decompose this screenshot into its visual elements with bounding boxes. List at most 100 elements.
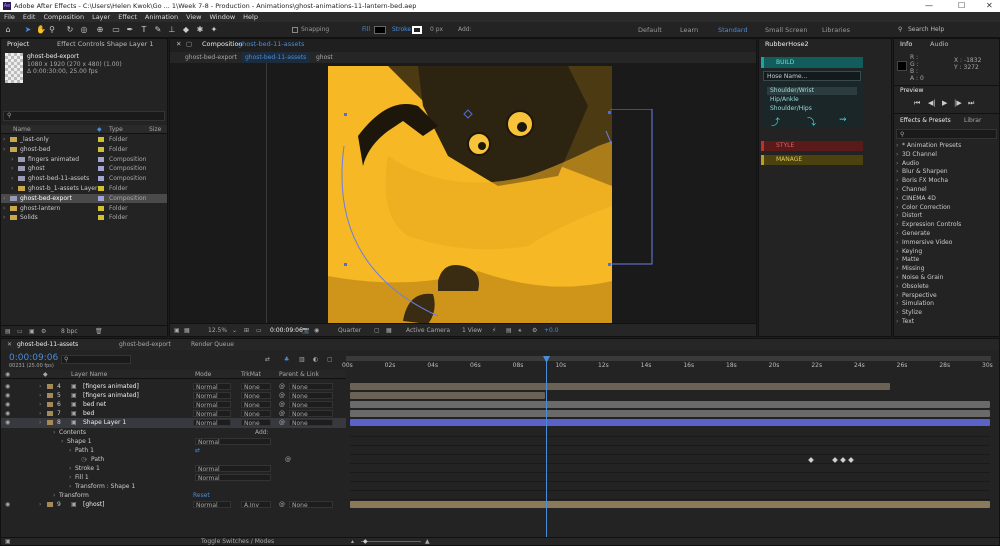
- mode-select[interactable]: Normal: [193, 410, 231, 418]
- rotate-tool-icon[interactable]: ↻: [66, 25, 74, 34]
- delete-icon[interactable]: 🗑: [95, 328, 103, 335]
- reset-exposure-icon[interactable]: ⚙: [532, 327, 537, 334]
- effects-search-input[interactable]: ⚲: [896, 129, 997, 139]
- tab-audio[interactable]: Audio: [930, 39, 948, 50]
- eye-icon[interactable]: ◉: [5, 500, 10, 510]
- layer-duration-bar[interactable]: [350, 410, 990, 418]
- camera-icon[interactable]: 📷: [302, 327, 309, 334]
- parent-select[interactable]: None: [289, 501, 333, 509]
- hand-tool-icon[interactable]: ✋: [36, 25, 46, 34]
- play-icon[interactable]: ▶: [942, 99, 947, 107]
- workspace-libraries[interactable]: Libraries: [822, 26, 850, 34]
- close-icon[interactable]: ✕: [176, 39, 181, 50]
- header-parent[interactable]: Parent & Link: [279, 371, 319, 378]
- trkmat-select[interactable]: None: [241, 410, 271, 418]
- parent-select[interactable]: None: [289, 419, 333, 427]
- project-item[interactable]: › ghost-bed-11-assets Composition: [1, 174, 167, 184]
- comp-artwork[interactable]: [328, 66, 612, 323]
- chevron-down-icon[interactable]: ⌄: [232, 327, 237, 334]
- roi-icon[interactable]: ▢: [374, 327, 380, 334]
- chevron-right-icon[interactable]: ›: [3, 194, 5, 204]
- tab-project[interactable]: Project: [7, 39, 29, 50]
- layer-duration-bar[interactable]: [350, 501, 990, 509]
- layer-duration-bar[interactable]: [350, 419, 990, 427]
- graph-editor-icon[interactable]: ▢: [327, 356, 333, 363]
- fill-swatch[interactable]: [374, 26, 386, 34]
- label-swatch[interactable]: [47, 502, 53, 508]
- property-track[interactable]: [350, 437, 990, 446]
- label-swatch[interactable]: [98, 195, 104, 201]
- exposure-value[interactable]: +0.0: [544, 327, 559, 334]
- chevron-right-icon[interactable]: ›: [39, 500, 41, 510]
- trkmat-select[interactable]: A.Inv: [241, 501, 271, 509]
- property-track[interactable]: [350, 491, 990, 501]
- mode-select[interactable]: Normal: [193, 501, 231, 509]
- stroke-width[interactable]: 0 px: [430, 26, 443, 33]
- stroke-swatch[interactable]: [412, 26, 422, 34]
- option-shoulder-wrist[interactable]: Shoulder/Wrist: [767, 87, 857, 95]
- add-label[interactable]: Add:: [458, 26, 472, 33]
- subtab-ghost-bed-export[interactable]: ghost-bed-export: [185, 54, 237, 61]
- style-button[interactable]: STYLE: [761, 141, 863, 151]
- header-trkmat[interactable]: TrkMat: [241, 371, 261, 378]
- frame-blending-icon[interactable]: ▥: [299, 356, 305, 363]
- project-item[interactable]: › fingers animated Composition: [1, 155, 167, 165]
- chevron-right-icon[interactable]: ›: [3, 145, 5, 155]
- property-track[interactable]: [350, 482, 990, 492]
- label-swatch[interactable]: [47, 420, 53, 426]
- settings-icon[interactable]: ⚙: [41, 328, 46, 335]
- tab-rubberhose[interactable]: RubberHose2: [765, 39, 809, 50]
- lock-icon[interactable]: ▢: [186, 39, 192, 50]
- property-track[interactable]: [350, 446, 990, 455]
- trkmat-select[interactable]: None: [241, 401, 271, 409]
- project-item[interactable]: › ghost-bed-export Composition: [1, 193, 167, 204]
- manage-button[interactable]: MANAGE: [761, 155, 863, 165]
- tab-render-queue[interactable]: Render Queue: [191, 341, 234, 348]
- fill-mode-select[interactable]: Normal: [195, 474, 271, 482]
- menu-composition[interactable]: Composition: [43, 13, 84, 21]
- motion-blur-icon[interactable]: ◐: [313, 356, 318, 363]
- clone-tool-icon[interactable]: ⊥: [168, 25, 176, 34]
- build-button[interactable]: BUILD: [761, 57, 863, 68]
- layer-switches-icon[interactable]: ▣: [5, 538, 11, 545]
- label-swatch[interactable]: [47, 393, 53, 399]
- show-channel-icon[interactable]: ◉: [314, 327, 319, 334]
- workspace-learn[interactable]: Learn: [680, 26, 698, 34]
- label-swatch[interactable]: [98, 176, 104, 182]
- chevron-right-icon[interactable]: ›: [11, 155, 13, 165]
- stroke-mode-select[interactable]: Normal: [195, 464, 271, 473]
- layer-duration-bar[interactable]: [350, 383, 890, 390]
- label-swatch[interactable]: [47, 384, 53, 389]
- parent-select[interactable]: None: [289, 410, 333, 418]
- workspace-small-screen[interactable]: Small Screen: [765, 26, 807, 34]
- label-swatch[interactable]: [47, 411, 53, 417]
- stroke-label[interactable]: Stroke: [392, 26, 411, 33]
- trkmat-select[interactable]: None: [241, 383, 271, 391]
- time-ruler[interactable]: 00s 02s 04s 06s 08s 10s 12s 14s 16s 18s 20s 22s 24s 2…: [342, 356, 993, 376]
- transparency-icon[interactable]: ▦: [184, 327, 190, 334]
- property-track[interactable]: [350, 455, 990, 464]
- brush-tool-icon[interactable]: ✎: [154, 25, 162, 34]
- zoom-select[interactable]: 12.5%: [208, 327, 227, 334]
- parent-select[interactable]: None: [289, 392, 333, 400]
- toggle-switches-modes[interactable]: Toggle Switches / Modes: [201, 538, 274, 545]
- new-folder-icon[interactable]: ▭: [17, 328, 23, 335]
- label-column-icon[interactable]: ◆: [97, 126, 102, 133]
- project-item[interactable]: › ghost Composition: [1, 164, 167, 174]
- pan-behind-tool-icon[interactable]: ⊕: [96, 25, 104, 34]
- label-swatch[interactable]: [98, 146, 104, 152]
- trkmat-select[interactable]: None: [241, 419, 271, 427]
- menu-help[interactable]: Help: [243, 13, 258, 21]
- timeline-search-input[interactable]: ⚲: [61, 355, 131, 364]
- first-frame-icon[interactable]: ⏮: [914, 99, 920, 108]
- leg-build-icon[interactable]: ⤵: [807, 115, 816, 128]
- chevron-right-icon[interactable]: ›: [3, 213, 5, 223]
- zoom-tool-icon[interactable]: ⚲: [48, 25, 56, 34]
- tab-info[interactable]: Info: [900, 39, 912, 50]
- menu-edit[interactable]: Edit: [23, 13, 36, 21]
- option-shoulder-hips[interactable]: Shoulder/Hips: [767, 105, 857, 113]
- type-tool-icon[interactable]: T: [140, 25, 148, 34]
- chevron-right-icon[interactable]: ›: [3, 204, 5, 214]
- mode-select[interactable]: Normal: [193, 401, 231, 409]
- hose-name-input[interactable]: Hose Name...: [763, 71, 861, 81]
